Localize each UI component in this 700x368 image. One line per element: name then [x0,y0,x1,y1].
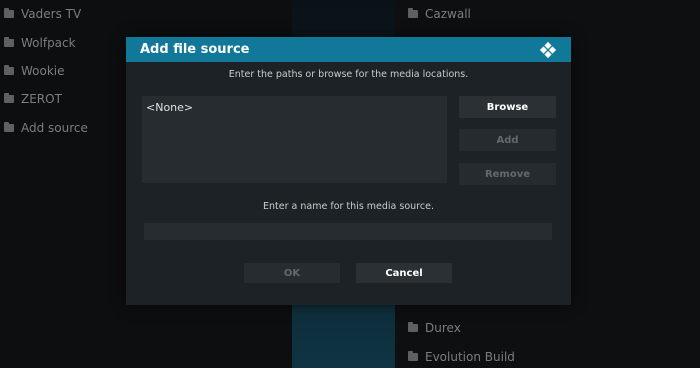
folder-icon [4,65,14,75]
name-instruction: Enter a name for this media source. [263,201,434,212]
source-item-zerot[interactable]: ZEROT [4,92,62,106]
remove-button[interactable]: Remove [459,163,556,185]
add-button[interactable]: Add [459,129,556,151]
source-item-label: Vaders TV [21,7,82,21]
source-item-label: Wolfpack [21,36,76,50]
ok-button[interactable]: OK [244,263,340,283]
dialog-title: Add file source [140,42,250,57]
paths-list[interactable]: <None> [142,96,447,183]
source-item-label: ZEROT [21,92,62,106]
source-item-durex[interactable]: Durex [408,321,461,335]
path-entry[interactable]: <None> [146,101,193,114]
source-item-label: Durex [425,321,461,335]
source-item-cazwall[interactable]: Cazwall [408,7,471,21]
kodi-logo-icon [539,41,557,58]
source-item-wolfpack[interactable]: Wolfpack [4,36,76,50]
source-item-label: Cazwall [425,7,471,21]
source-item-label: Wookie [21,64,65,78]
folder-icon [4,8,14,18]
source-item-evolution-build[interactable]: Evolution Build [408,350,515,364]
paths-instruction: Enter the paths or browse for the media … [228,69,469,80]
source-item-label: Add source [21,121,88,135]
source-item-vaders-tv[interactable]: Vaders TV [4,7,81,21]
folder-icon [4,122,14,132]
source-item-label: Evolution Build [425,350,515,364]
folder-icon [408,8,418,18]
folder-icon [408,351,418,361]
source-name-input[interactable] [144,223,552,240]
dialog-header: Add file source [126,37,571,62]
folder-icon [4,37,14,47]
cancel-button[interactable]: Cancel [356,263,452,283]
browse-button[interactable]: Browse [459,96,556,118]
folder-icon [408,322,418,332]
folder-icon [4,93,14,103]
add-file-source-dialog: Add file source Enter the paths or brows… [126,37,571,305]
add-source-item[interactable]: Add source [4,121,88,135]
source-item-wookie[interactable]: Wookie [4,64,65,78]
